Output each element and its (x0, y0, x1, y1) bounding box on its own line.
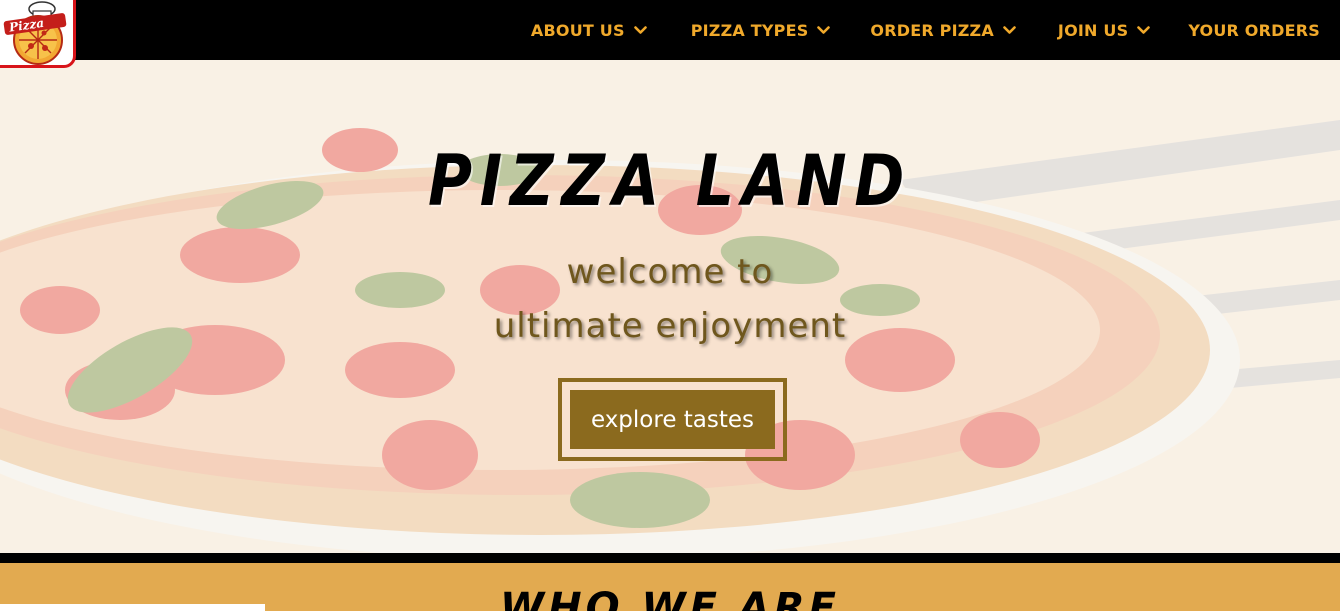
who-we-are-section: WHO WE ARE (0, 563, 1340, 611)
nav-menu: ABOUT US PIZZA TYPES ORDER PIZZA JOIN US… (531, 0, 1340, 60)
nav-order-pizza[interactable]: ORDER PIZZA (870, 0, 1016, 60)
hero-title: PIZZA LAND (427, 140, 913, 222)
section-divider (0, 553, 1340, 563)
nav-about-us[interactable]: ABOUT US (531, 0, 647, 60)
nav-your-orders-label: YOUR ORDERS (1188, 20, 1320, 40)
chevron-down-icon (817, 25, 831, 34)
top-navbar: Pizza ABOUT US PIZZA TYPES ORDER PIZZA J… (0, 0, 1340, 68)
nav-join-us[interactable]: JOIN US (1057, 0, 1151, 60)
chevron-down-icon (633, 25, 647, 34)
nav-join-us-label: JOIN US (1057, 20, 1129, 40)
nav-order-pizza-label: ORDER PIZZA (870, 20, 994, 40)
hero-subtitle-line2: ultimate enjoyment (493, 306, 847, 346)
who-we-are-title: WHO WE ARE (500, 585, 840, 611)
hero-subtitle-line1: welcome to (566, 252, 774, 292)
nav-pizza-types-label: PIZZA TYPES (690, 20, 809, 40)
nav-about-us-label: ABOUT US (530, 20, 625, 40)
pizza-logo-icon: Pizza (3, 1, 67, 65)
explore-tastes-label: explore tastes (570, 390, 775, 449)
pizza-logo[interactable]: Pizza (0, 0, 76, 68)
nav-your-orders[interactable]: YOUR ORDERS (1188, 0, 1320, 60)
chevron-down-icon (1137, 25, 1151, 34)
chevron-down-icon (1003, 25, 1016, 34)
nav-pizza-types[interactable]: PIZZA TYPES (691, 0, 831, 60)
explore-tastes-button[interactable]: explore tastes (558, 378, 787, 461)
hero-section: PIZZA LAND welcome to ultimate enjoyment… (0, 60, 1340, 553)
